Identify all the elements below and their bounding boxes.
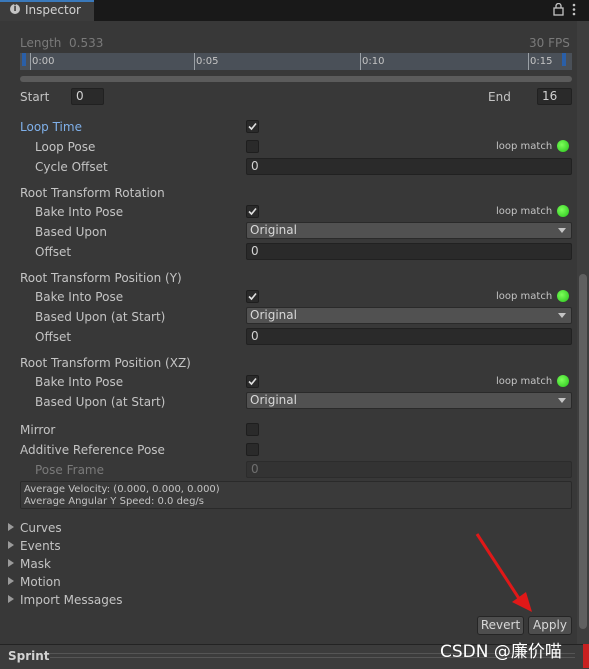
start-field[interactable]: 0 xyxy=(71,88,104,105)
offset-rotation-label: Offset xyxy=(35,245,72,259)
root-position-y-header: Root Transform Position (Y) xyxy=(20,271,182,285)
length-label: Length xyxy=(20,36,62,50)
chevron-down-icon xyxy=(558,228,566,233)
offset-rotation-field[interactable]: 0 xyxy=(246,243,572,260)
based-upon-rotation-label: Based Upon xyxy=(35,225,107,239)
bake-rotation-label: Bake Into Pose xyxy=(35,205,124,219)
dropdown-value: Original xyxy=(250,223,297,237)
based-upon-position-xz-dropdown[interactable]: Original xyxy=(246,392,572,409)
additive-reference-pose-label: Additive Reference Pose xyxy=(20,443,165,457)
foldout-arrow-icon[interactable] xyxy=(8,523,14,531)
mirror-checkbox[interactable] xyxy=(246,423,259,436)
loop-time-checkbox[interactable] xyxy=(246,120,259,133)
mirror-label: Mirror xyxy=(20,423,56,437)
foldout-import-messages[interactable]: Import Messages xyxy=(20,593,123,607)
inspector-content: Length 0.533 30 FPS 0:00 0:05 0:10 0:15 … xyxy=(0,21,577,644)
timeline-tick xyxy=(194,53,195,70)
foldout-arrow-icon[interactable] xyxy=(8,577,14,585)
red-edge-marker xyxy=(583,644,589,668)
root-rotation-header: Root Transform Rotation xyxy=(20,186,165,200)
foldout-mask[interactable]: Mask xyxy=(20,557,51,571)
timeline-range-slider[interactable] xyxy=(20,76,572,82)
offset-position-y-label: Offset xyxy=(35,330,72,344)
watermark-text: CSDN @廉价喵 xyxy=(440,642,562,662)
foldout-motion[interactable]: Motion xyxy=(20,575,61,589)
root-position-xz-header: Root Transform Position (XZ) xyxy=(20,356,191,370)
dropdown-value: Original xyxy=(250,308,297,322)
fps-label: 30 FPS xyxy=(529,36,570,50)
timeline-tick-label: 0:00 xyxy=(32,56,55,67)
kebab-menu-icon[interactable] xyxy=(571,3,577,19)
bake-rotation-checkbox[interactable] xyxy=(246,205,259,218)
foldout-arrow-icon[interactable] xyxy=(8,541,14,549)
pose-frame-label: Pose Frame xyxy=(35,463,104,477)
cycle-offset-label: Cycle Offset xyxy=(35,160,108,174)
end-field[interactable]: 16 xyxy=(537,88,572,105)
motion-info-box: Average Velocity: (0.000, 0.000, 0.000) … xyxy=(20,481,572,509)
bake-position-xz-label: Bake Into Pose xyxy=(35,375,124,389)
end-marker[interactable] xyxy=(562,53,566,66)
start-marker[interactable] xyxy=(22,53,26,66)
loop-match-label: loop match xyxy=(496,141,553,152)
end-label: End xyxy=(488,90,511,104)
timeline-tick xyxy=(360,53,361,70)
additive-reference-pose-checkbox[interactable] xyxy=(246,443,259,456)
loop-match-indicator xyxy=(557,205,569,217)
start-label: Start xyxy=(20,90,50,104)
based-upon-position-y-label: Based Upon (at Start) xyxy=(35,310,166,324)
foldout-arrow-icon[interactable] xyxy=(8,559,14,567)
timeline-tick xyxy=(30,53,31,70)
average-velocity-text: Average Velocity: (0.000, 0.000, 0.000) xyxy=(24,484,220,495)
preview-clip-name: Sprint xyxy=(8,649,50,663)
chevron-down-icon xyxy=(558,313,566,318)
average-angular-speed-text: Average Angular Y Speed: 0.0 deg/s xyxy=(24,496,204,507)
length-value: 0.533 xyxy=(69,36,104,50)
tab-title: Inspector xyxy=(25,3,81,17)
based-upon-position-xz-label: Based Upon (at Start) xyxy=(35,395,166,409)
loop-match-indicator xyxy=(557,375,569,387)
scrollbar-thumb[interactable] xyxy=(579,274,587,629)
clip-timeline[interactable]: 0:00 0:05 0:10 0:15 xyxy=(20,53,572,70)
timeline-tick-label: 0:05 xyxy=(196,56,219,67)
loop-match-indicator xyxy=(557,290,569,302)
loop-pose-label: Loop Pose xyxy=(35,140,96,154)
lock-icon[interactable] xyxy=(553,2,564,19)
chevron-down-icon xyxy=(558,398,566,403)
loop-pose-checkbox[interactable] xyxy=(246,140,259,153)
loop-match-indicator xyxy=(557,140,569,152)
offset-position-y-field[interactable]: 0 xyxy=(246,328,572,345)
loop-match-label: loop match xyxy=(496,206,553,217)
info-icon: i xyxy=(10,4,20,14)
bake-position-y-checkbox[interactable] xyxy=(246,290,259,303)
foldout-events[interactable]: Events xyxy=(20,539,61,553)
loop-match-label: loop match xyxy=(496,291,553,302)
based-upon-rotation-dropdown[interactable]: Original xyxy=(246,222,572,239)
timeline-tick xyxy=(528,53,529,70)
foldout-curves[interactable]: Curves xyxy=(20,521,62,535)
timeline-tick-label: 0:15 xyxy=(530,56,553,67)
dropdown-value: Original xyxy=(250,393,297,407)
loop-match-label: loop match xyxy=(496,376,553,387)
annotation-arrow-icon xyxy=(475,533,532,612)
loop-time-label: Loop Time xyxy=(20,120,82,134)
bake-position-xz-checkbox[interactable] xyxy=(246,375,259,388)
timeline-tick-label: 0:10 xyxy=(362,56,385,67)
cycle-offset-field[interactable]: 0 xyxy=(246,158,572,175)
based-upon-position-y-dropdown[interactable]: Original xyxy=(246,307,572,324)
pose-frame-field: 0 xyxy=(246,461,572,478)
bake-position-y-label: Bake Into Pose xyxy=(35,290,124,304)
foldout-arrow-icon[interactable] xyxy=(8,595,14,603)
